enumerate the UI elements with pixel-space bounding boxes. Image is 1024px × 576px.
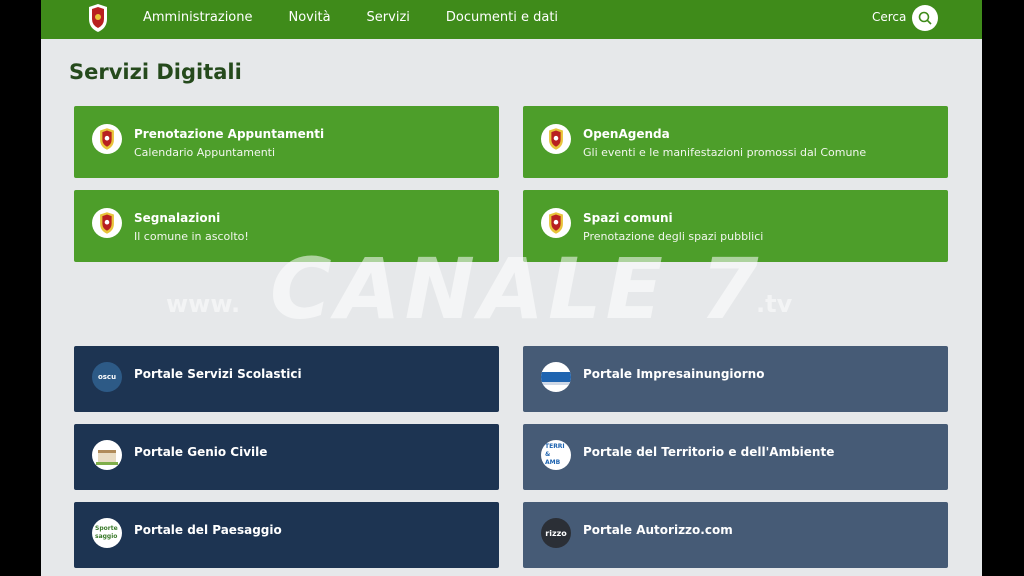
service-card-title: OpenAgenda (583, 127, 670, 141)
service-card-segnalazioni[interactable]: Segnalazioni Il comune in ascolto! (74, 190, 499, 262)
search-button[interactable] (912, 5, 938, 31)
search-icon (918, 11, 932, 25)
nav-servizi[interactable]: Servizi (367, 10, 410, 25)
municipal-crest-icon (541, 124, 571, 154)
main-nav: Amministrazione Novità Servizi Documenti… (143, 0, 594, 34)
autorizzo-logo-icon: rizzo (541, 518, 571, 548)
nav-documenti-e-dati[interactable]: Documenti e dati (446, 10, 558, 25)
municipal-crest-icon (92, 124, 122, 154)
landscape-logo-icon: Sporte saggio (92, 518, 122, 548)
service-card-subtitle: Il comune in ascolto! (134, 230, 249, 243)
service-card-openagenda[interactable]: OpenAgenda Gli eventi e le manifestazion… (523, 106, 948, 178)
portal-card-title: Portale Servizi Scolastici (134, 367, 302, 381)
portal-card-paesaggio[interactable]: Sporte saggio Portale del Paesaggio (74, 502, 499, 568)
portal-card-title: Portale del Paesaggio (134, 523, 282, 537)
service-card-spazi-comuni[interactable]: Spazi comuni Prenotazione degli spazi pu… (523, 190, 948, 262)
service-card-subtitle: Prenotazione degli spazi pubblici (583, 230, 764, 243)
portal-card-title: Portale Genio Civile (134, 445, 268, 459)
nav-novita[interactable]: Novità (289, 10, 331, 25)
portal-card-impresainungiorno[interactable]: Portale Impresainungiorno (523, 346, 948, 412)
service-card-prenotazione-appuntamenti[interactable]: Prenotazione Appuntamenti Calendario App… (74, 106, 499, 178)
service-card-subtitle: Calendario Appuntamenti (134, 146, 276, 159)
page: Amministrazione Novità Servizi Documenti… (41, 0, 982, 576)
service-card-title: Prenotazione Appuntamenti (134, 127, 325, 141)
school-services-logo-icon: oscu (92, 362, 122, 392)
municipal-crest-logo[interactable] (85, 3, 111, 33)
territory-logo-icon: TERRI & AMB (541, 440, 571, 470)
page-title: Servizi Digitali (69, 60, 242, 84)
municipal-crest-icon (92, 208, 122, 238)
municipal-crest-icon (541, 208, 571, 238)
portal-card-title: Portale del Territorio e dell'Ambiente (583, 445, 835, 459)
nav-amministrazione[interactable]: Amministrazione (143, 10, 253, 25)
portal-card-territorio-ambiente[interactable]: TERRI & AMB Portale del Territorio e del… (523, 424, 948, 490)
portal-card-autorizzo[interactable]: rizzo Portale Autorizzo.com (523, 502, 948, 568)
impresa-logo-icon (541, 362, 571, 392)
portal-card-title: Portale Autorizzo.com (583, 523, 733, 537)
portal-card-title: Portale Impresainungiorno (583, 367, 765, 381)
search-label[interactable]: Cerca (872, 10, 906, 24)
portal-card-genio-civile[interactable]: Portale Genio Civile (74, 424, 499, 490)
top-navigation-bar: Amministrazione Novità Servizi Documenti… (41, 0, 982, 39)
service-card-subtitle: Gli eventi e le manifestazioni promossi … (583, 146, 867, 159)
service-card-title: Spazi comuni (583, 211, 673, 225)
portal-card-servizi-scolastici[interactable]: oscu Portale Servizi Scolastici (74, 346, 499, 412)
building-icon (92, 440, 122, 470)
service-card-title: Segnalazioni (134, 211, 221, 225)
